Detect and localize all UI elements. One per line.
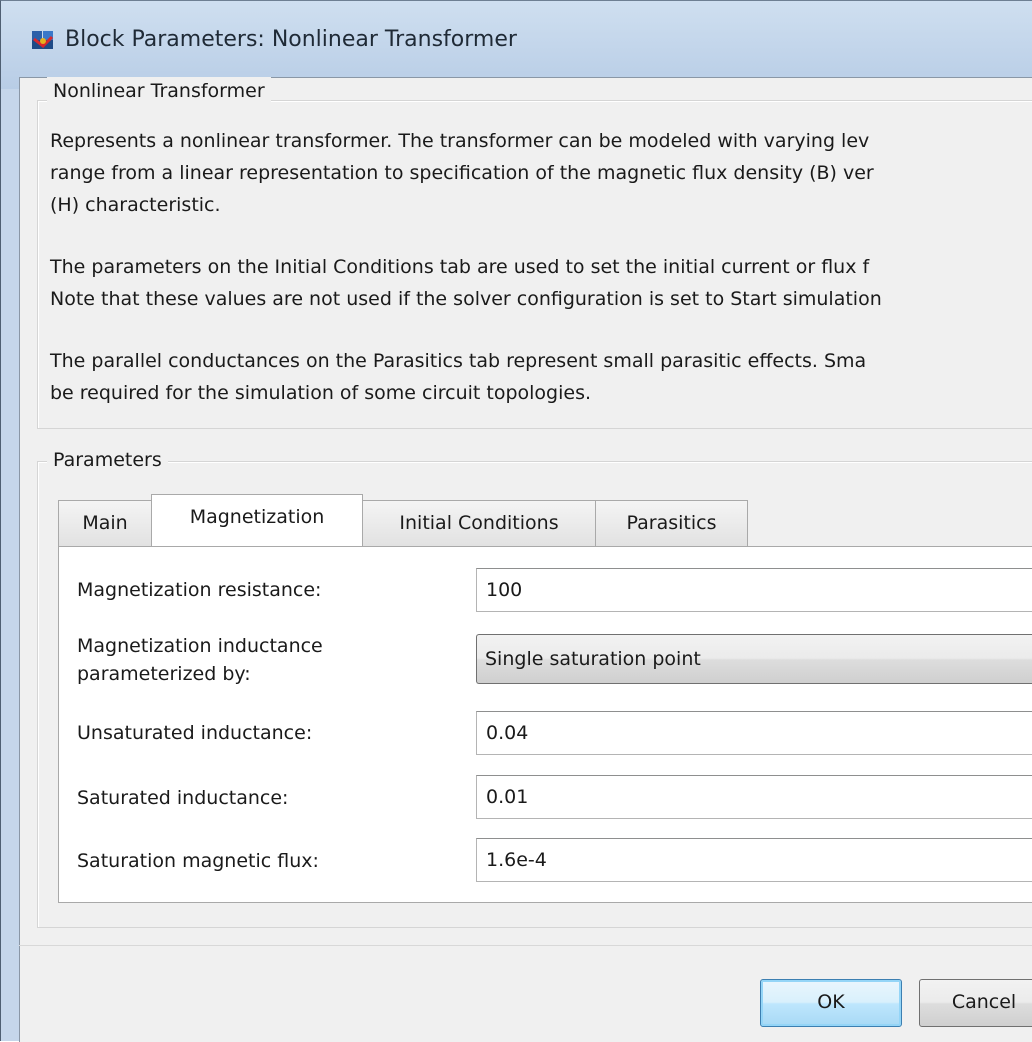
description-paragraph-3: The parallel conductances on the Parasit… <box>50 345 866 409</box>
tab-initial-conditions[interactable]: Initial Conditions <box>362 500 596 546</box>
parameters-group-title: Parameters <box>47 446 168 474</box>
footer-separator <box>19 945 1032 946</box>
unsaturated-inductance-input[interactable] <box>476 711 1032 755</box>
inductance-parameterization-label-line: Magnetization inductance <box>77 635 323 657</box>
description-line: be required for the simulation of some c… <box>50 382 592 404</box>
magnetization-resistance-label: Magnetization resistance: <box>77 579 322 601</box>
tab-parasitics[interactable]: Parasitics <box>595 500 748 546</box>
title-bar[interactable]: Block Parameters: Nonlinear Transformer <box>1 1 1032 89</box>
description-line: The parallel conductances on the Parasit… <box>50 350 867 372</box>
magnetization-resistance-input[interactable] <box>476 568 1032 612</box>
description-line: Note that these values are not used if t… <box>50 288 882 310</box>
inductance-parameterization-label-line: parameterized by: <box>77 663 251 685</box>
ok-button[interactable]: OK <box>760 979 902 1027</box>
description-paragraph-2: The parameters on the Initial Conditions… <box>50 251 882 315</box>
inductance-parameterization-value: Single saturation point <box>485 648 701 670</box>
inductance-parameterization-label: Magnetization inductance parameterized b… <box>77 632 323 688</box>
description-line: The parameters on the Initial Conditions… <box>50 256 870 278</box>
cancel-button[interactable]: Cancel <box>919 979 1032 1027</box>
saturated-inductance-input[interactable] <box>476 775 1032 819</box>
saturation-flux-input[interactable] <box>476 838 1032 882</box>
unsaturated-inductance-label: Unsaturated inductance: <box>77 722 313 744</box>
dialog-window: Block Parameters: Nonlinear Transformer … <box>0 0 1032 1042</box>
tab-magnetization[interactable]: Magnetization <box>151 494 363 546</box>
saturation-flux-label: Saturation magnetic flux: <box>77 850 319 872</box>
simulink-block-icon <box>32 31 54 49</box>
description-line: range from a linear representation to sp… <box>50 162 874 184</box>
description-paragraph-1: Represents a nonlinear transformer. The … <box>50 125 874 221</box>
saturated-inductance-label: Saturated inductance: <box>77 787 289 809</box>
window-title: Block Parameters: Nonlinear Transformer <box>65 27 517 52</box>
description-line: Represents a nonlinear transformer. The … <box>50 130 870 152</box>
description-group-title: Nonlinear Transformer <box>47 77 271 105</box>
description-line: (H) characteristic. <box>50 194 221 216</box>
tab-main[interactable]: Main <box>58 500 152 546</box>
inductance-parameterization-dropdown[interactable]: Single saturation point <box>476 634 1032 684</box>
